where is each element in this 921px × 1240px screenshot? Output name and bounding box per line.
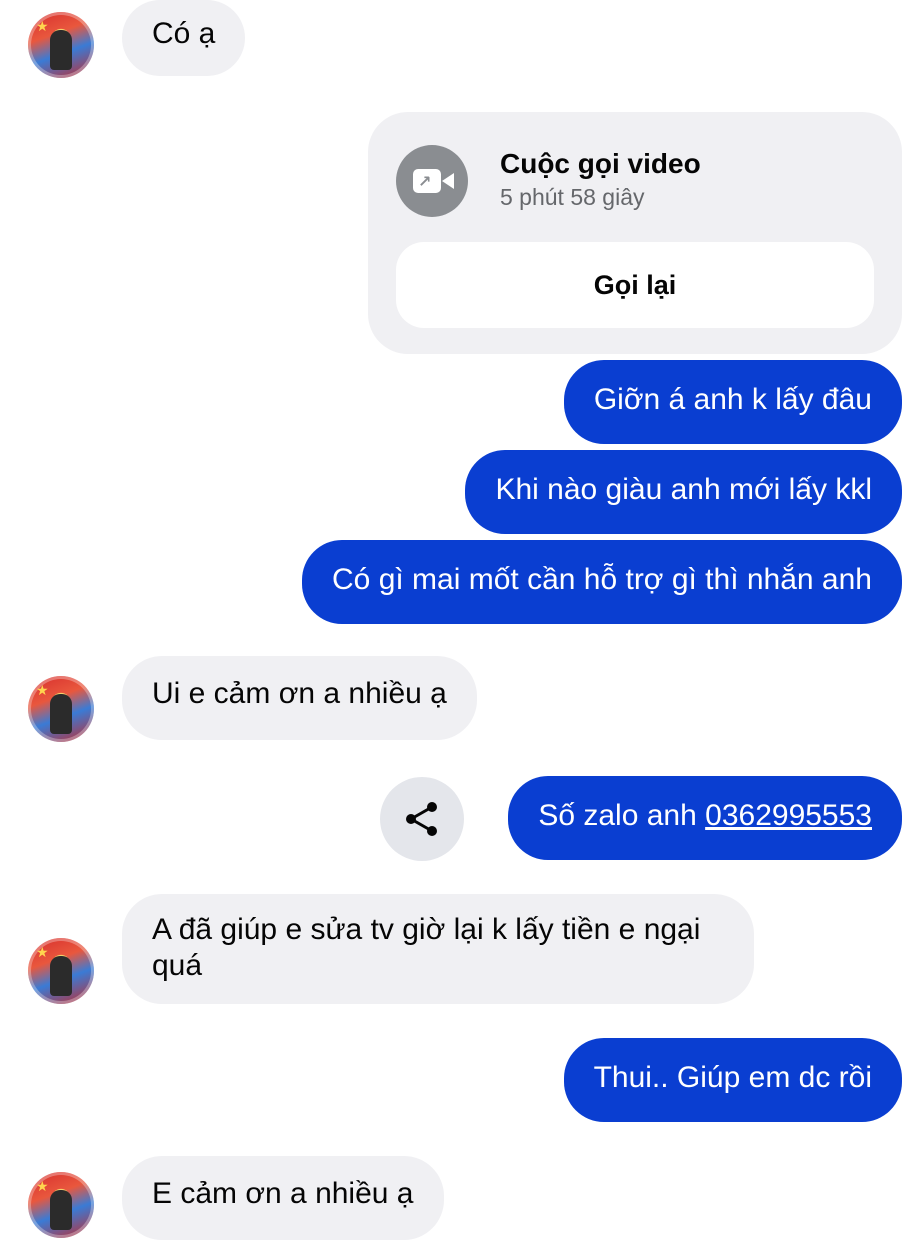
message-text-line: A đã giúp e sửa tv giờ lại k lấy tiền e … xyxy=(152,913,701,946)
message-text: Số zalo anh xyxy=(538,799,706,832)
outgoing-message[interactable]: Có gì mai mốt cần hỗ trợ gì thì nhắn anh xyxy=(302,540,902,624)
contact-avatar[interactable]: ★ xyxy=(28,676,94,742)
call-title: Cuộc gọi video xyxy=(500,148,701,179)
video-call-icon: ↗ xyxy=(396,145,468,217)
message-text: Có ạ xyxy=(152,17,216,50)
message-text: Có gì mai mốt cần hỗ trợ gì thì nhắn anh xyxy=(332,563,872,596)
phone-link[interactable]: 0362995553 xyxy=(705,799,872,832)
outgoing-message[interactable]: Thui.. Giúp em dc rồi xyxy=(563,1038,902,1122)
incoming-message[interactable]: Có ạ xyxy=(122,0,246,76)
message-text: Ui e cảm ơn a nhiều ạ xyxy=(152,677,447,710)
outgoing-message[interactable]: Số zalo anh 0362995553 xyxy=(508,776,902,860)
call-back-button[interactable]: Gọi lại xyxy=(396,242,874,328)
incoming-message[interactable]: E cảm ơn a nhiều ạ xyxy=(122,1156,444,1240)
message-text: E cảm ơn a nhiều ạ xyxy=(152,1177,414,1210)
outgoing-message[interactable]: Giỡn á anh k lấy đâu xyxy=(563,360,902,444)
call-duration: 5 phút 58 giây xyxy=(500,184,645,210)
message-text: Giỡn á anh k lấy đâu xyxy=(593,383,872,416)
incoming-message[interactable]: Ui e cảm ơn a nhiều ạ xyxy=(122,656,477,740)
message-text-line: quá xyxy=(152,949,203,982)
message-text: Thui.. Giúp em dc rồi xyxy=(593,1061,872,1094)
share-icon xyxy=(406,802,437,836)
outgoing-message[interactable]: Khi nào giàu anh mới lấy kkl xyxy=(465,450,902,534)
contact-avatar[interactable]: ★ xyxy=(28,1172,94,1238)
contact-avatar[interactable]: ★ xyxy=(28,938,94,1004)
message-text: Khi nào giàu anh mới lấy kkl xyxy=(495,473,872,506)
video-call-card[interactable]: ↗ Cuộc gọi video 5 phút 58 giây Gọi lại xyxy=(368,112,902,354)
share-button[interactable] xyxy=(380,777,464,861)
incoming-message[interactable]: A đã giúp e sửa tv giờ lại k lấy tiền e … xyxy=(122,894,754,1004)
contact-avatar[interactable]: ★ xyxy=(28,12,94,78)
